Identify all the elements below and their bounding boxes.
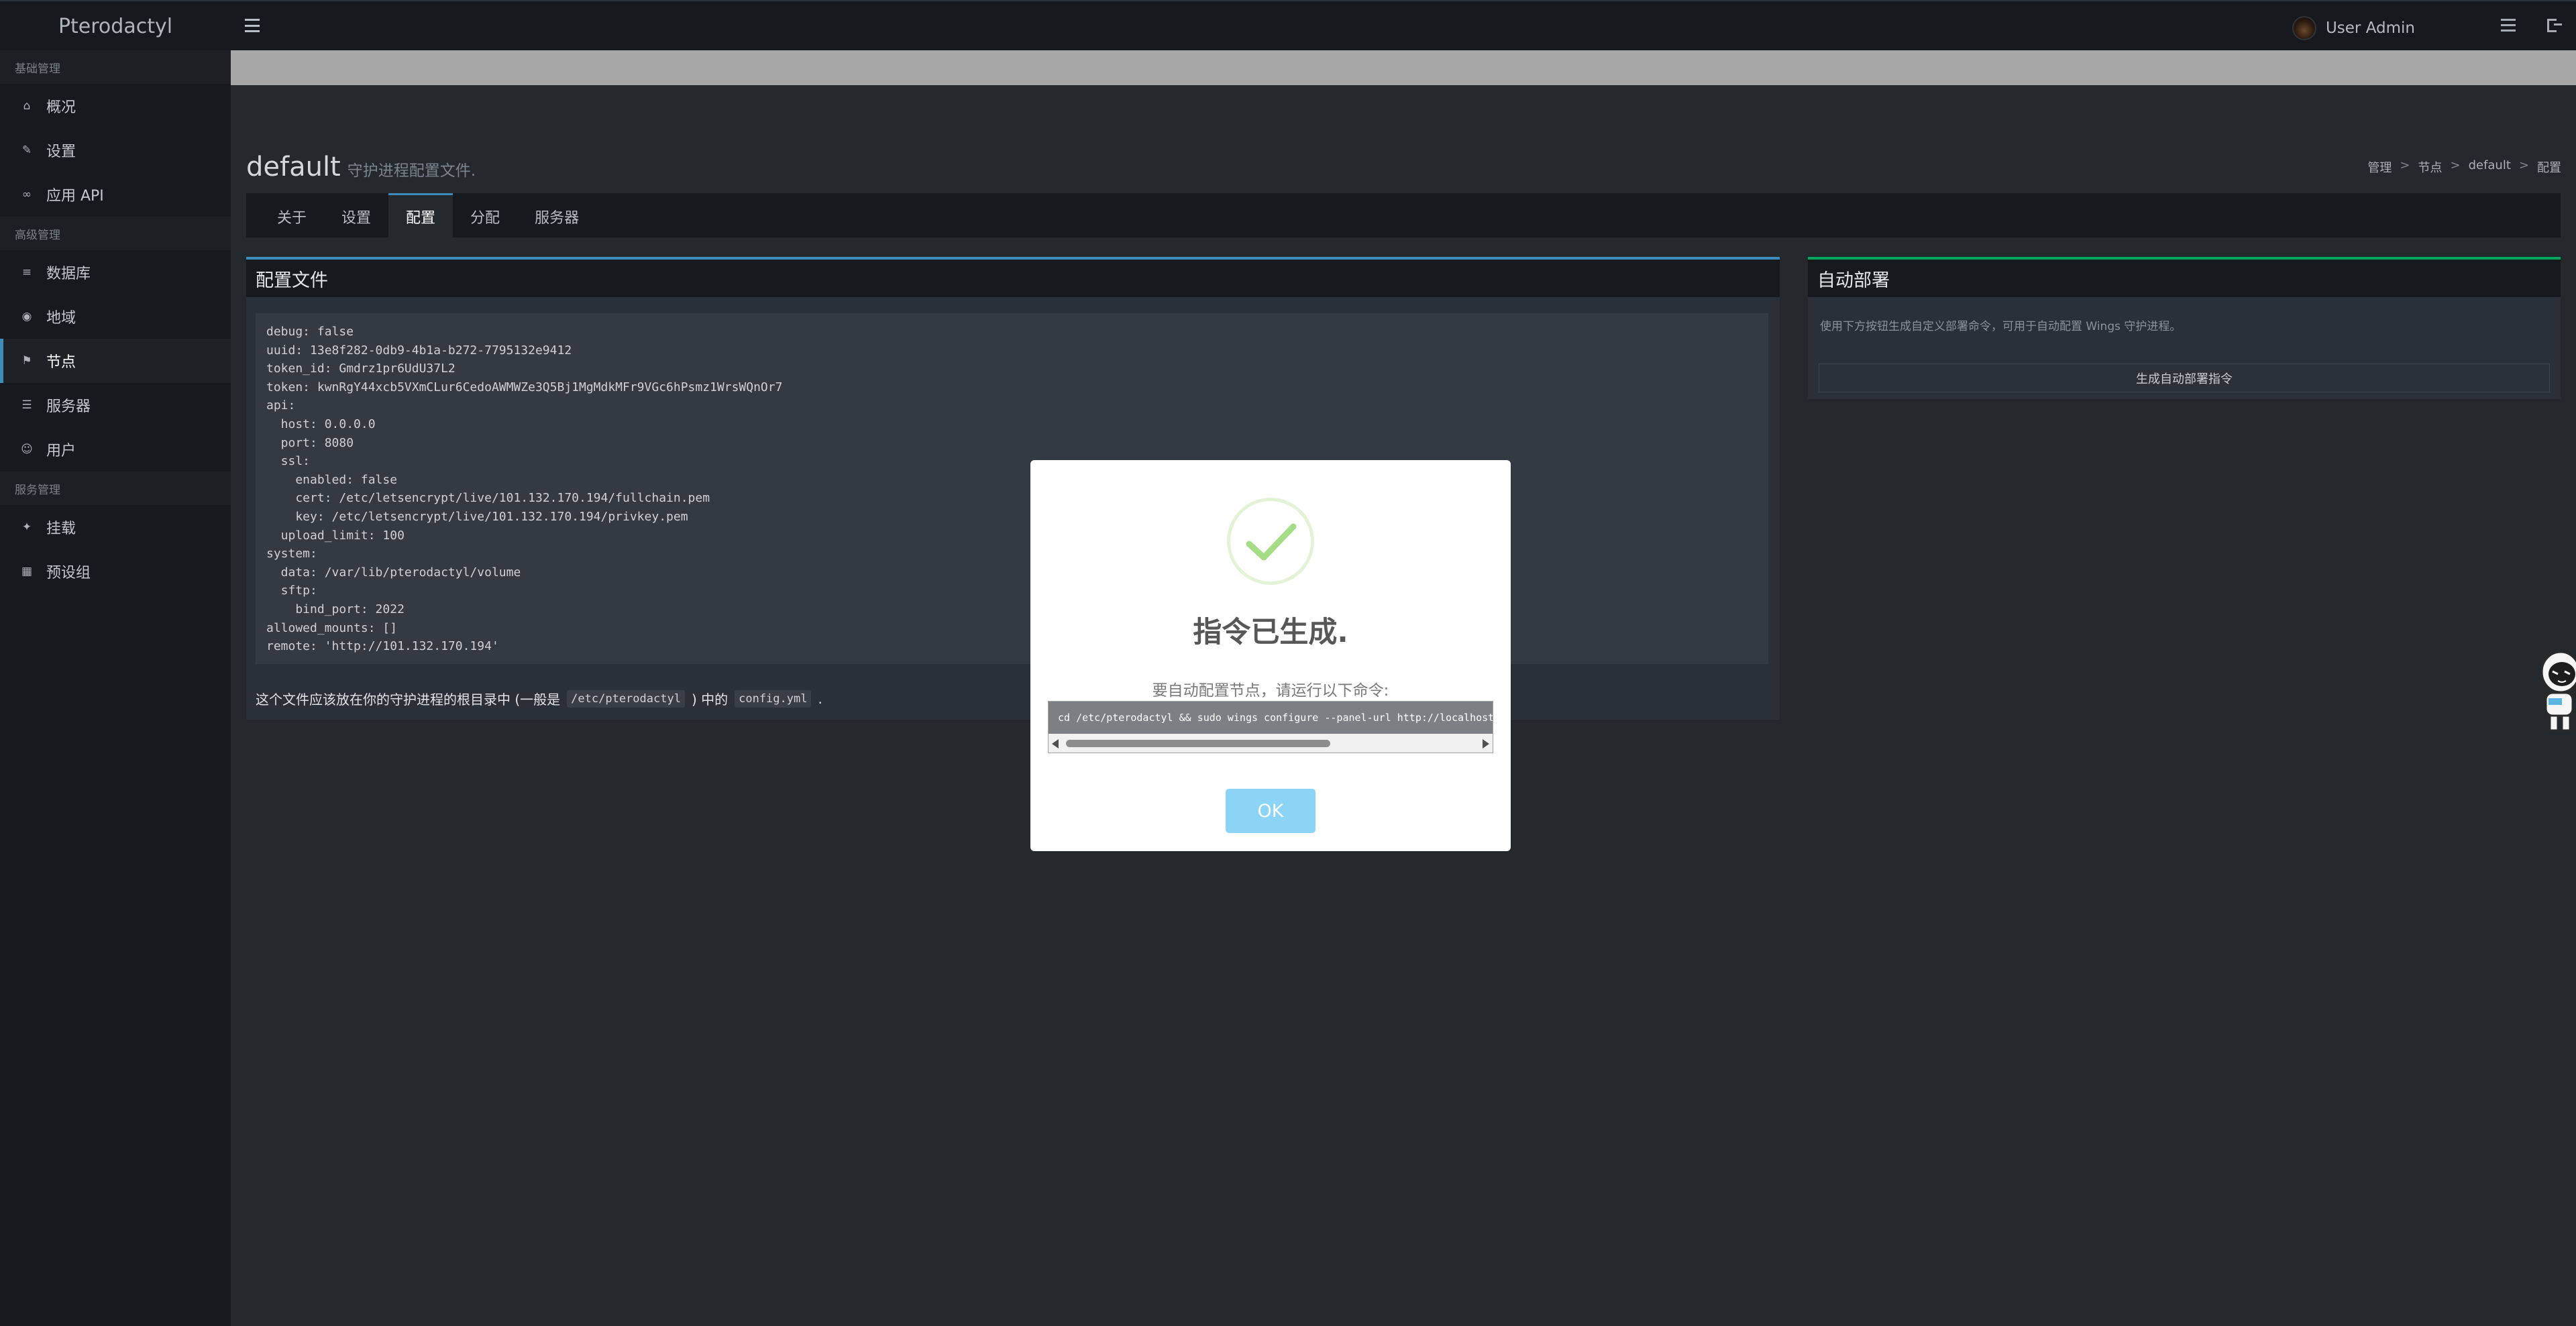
scroll-left-icon[interactable]	[1052, 739, 1059, 749]
scroll-right-icon[interactable]	[1483, 739, 1489, 749]
command-box[interactable]: cd /etc/pterodactyl && sudo wings config…	[1048, 701, 1493, 753]
ok-button[interactable]: OK	[1226, 789, 1316, 833]
command-text[interactable]: cd /etc/pterodactyl && sudo wings config…	[1049, 702, 1493, 734]
horizontal-scrollbar[interactable]	[1049, 734, 1493, 753]
success-dialog: 指令已生成. 要自动配置节点，请运行以下命令: cd /etc/pterodac…	[1030, 460, 1511, 851]
success-check-icon	[1227, 498, 1314, 585]
dialog-title: 指令已生成.	[1193, 616, 1348, 649]
scrollbar-thumb[interactable]	[1066, 740, 1330, 747]
dialog-text: 要自动配置节点，请运行以下命令:	[1152, 682, 1389, 700]
